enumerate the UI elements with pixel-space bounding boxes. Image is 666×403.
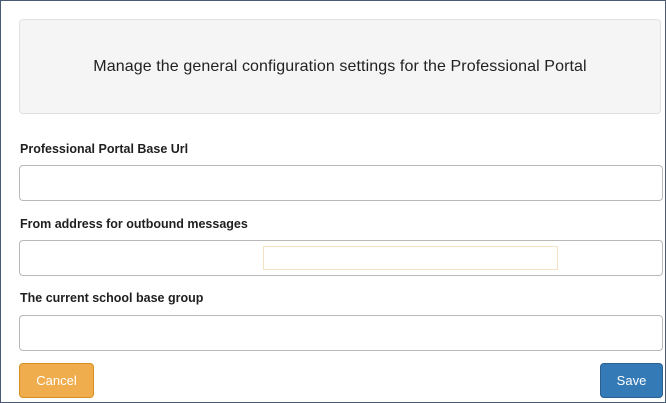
from-address-input[interactable]	[19, 240, 663, 276]
school-base-group-input[interactable]	[19, 315, 663, 351]
base-url-input[interactable]	[19, 165, 663, 201]
base-url-label: Professional Portal Base Url	[20, 142, 189, 156]
cancel-button[interactable]: Cancel	[19, 363, 94, 398]
intro-description: Manage the general configuration setting…	[93, 57, 587, 75]
intro-panel: Manage the general configuration setting…	[19, 19, 661, 114]
from-address-label: From address for outbound messages	[20, 217, 248, 231]
school-base-group-label: The current school base group	[20, 291, 204, 305]
settings-dialog: Manage the general configuration setting…	[0, 0, 666, 403]
save-button[interactable]: Save	[600, 363, 663, 398]
